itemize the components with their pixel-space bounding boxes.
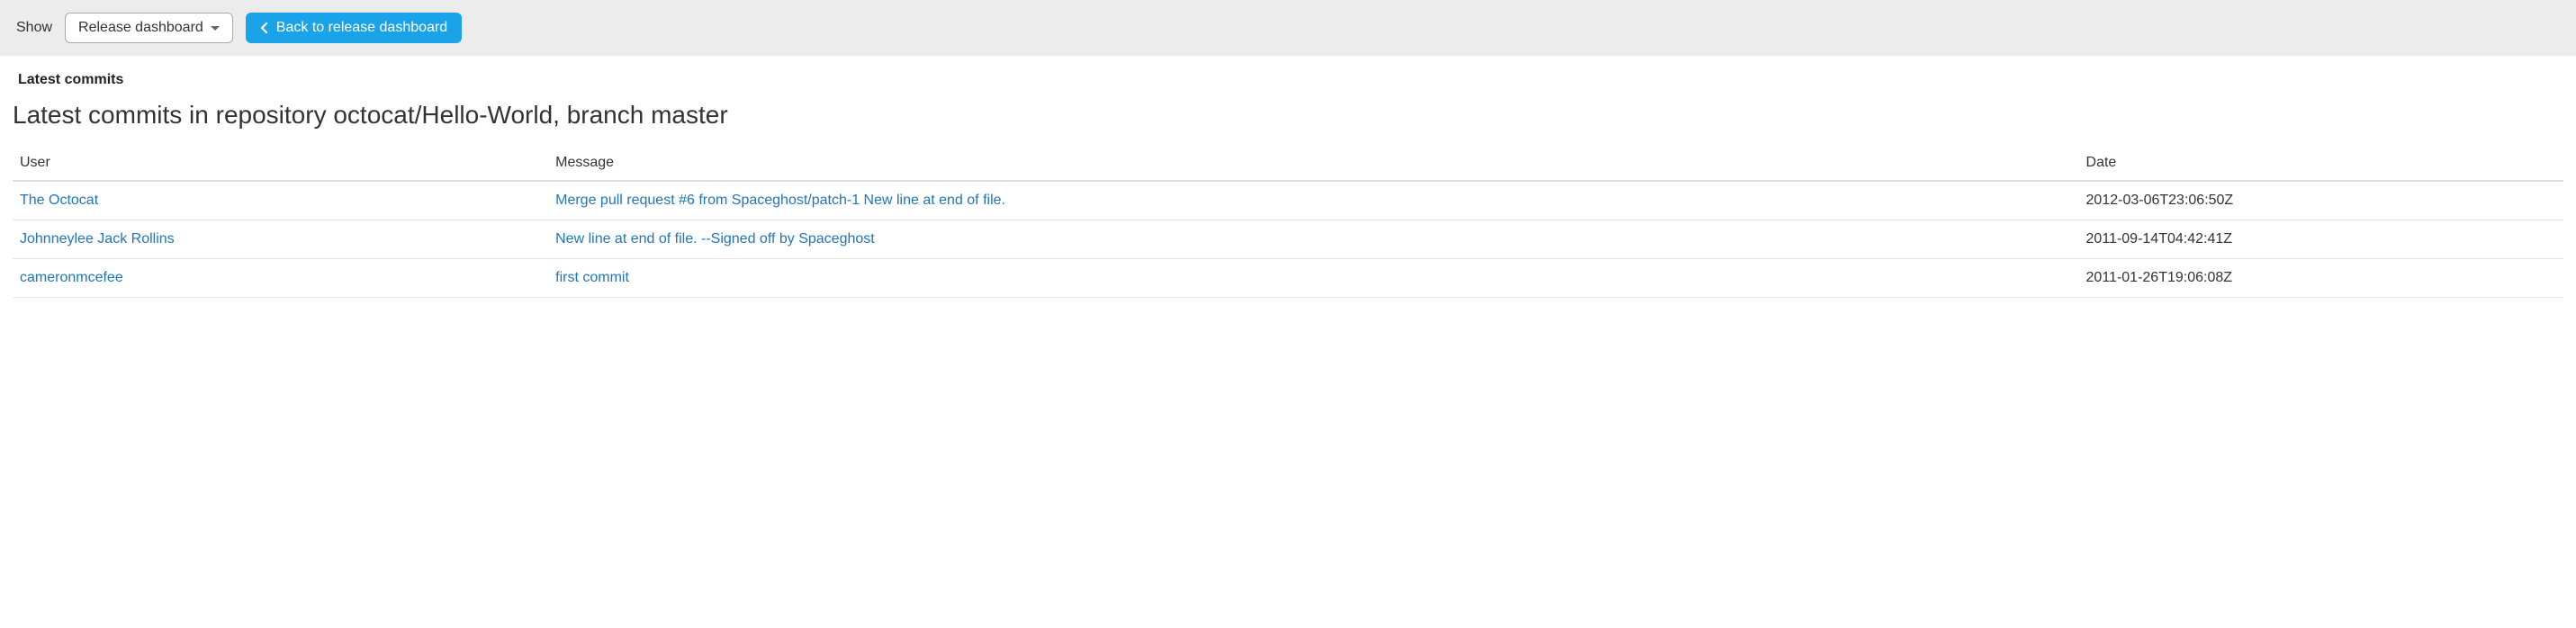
col-header-user: User [13, 146, 548, 181]
message-link[interactable]: Merge pull request #6 from Spaceghost/pa… [555, 193, 1005, 208]
chevron-left-icon [260, 22, 269, 34]
table-row: The Octocat Merge pull request #6 from S… [13, 181, 2563, 220]
user-link[interactable]: The Octocat [20, 193, 98, 208]
view-dropdown[interactable]: Release dashboard [65, 13, 233, 43]
table-row: cameronmcefee first commit 2011-01-26T19… [13, 259, 2563, 298]
message-link[interactable]: New line at end of file. --Signed off by… [555, 231, 875, 247]
tab-title: Latest commits [0, 56, 2576, 94]
col-header-message: Message [548, 146, 2078, 181]
date-cell: 2012-03-06T23:06:50Z [2079, 181, 2563, 220]
page-heading: Latest commits in repository octocat/Hel… [0, 94, 2576, 146]
show-label: Show [16, 20, 52, 36]
commits-table: User Message Date The Octocat Merge pull… [13, 146, 2563, 298]
user-link[interactable]: Johnneylee Jack Rollins [20, 231, 175, 247]
message-link[interactable]: first commit [555, 270, 629, 285]
toolbar: Show Release dashboard Back to release d… [0, 0, 2576, 56]
table-row: Johnneylee Jack Rollins New line at end … [13, 220, 2563, 259]
dropdown-value: Release dashboard [78, 20, 203, 36]
back-button[interactable]: Back to release dashboard [246, 13, 462, 43]
date-cell: 2011-01-26T19:06:08Z [2079, 259, 2563, 298]
back-button-label: Back to release dashboard [276, 20, 447, 36]
user-link[interactable]: cameronmcefee [20, 270, 123, 285]
date-cell: 2011-09-14T04:42:41Z [2079, 220, 2563, 259]
caret-down-icon [211, 26, 220, 31]
col-header-date: Date [2079, 146, 2563, 181]
